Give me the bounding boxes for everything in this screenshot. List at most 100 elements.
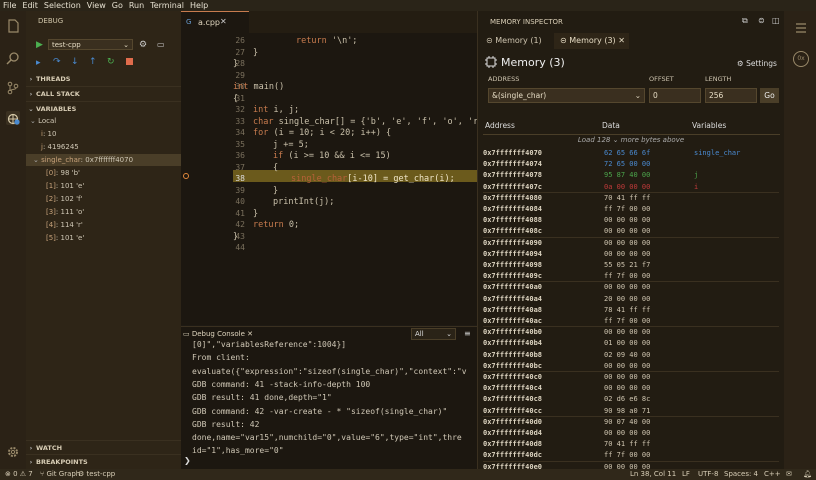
- memory-row[interactable]: 0x7fffffff4070 62 65 66 6f single_char: [483, 148, 779, 158]
- memory-bytes[interactable]: ff 7f 00 00: [604, 316, 650, 326]
- settings-button[interactable]: ⚙ Settings: [737, 59, 777, 68]
- variable-row[interactable]: j: 4196245: [41, 143, 79, 151]
- length-input[interactable]: 256: [705, 88, 757, 103]
- memory-row[interactable]: 0x7fffffff40bc 00 00 00 00: [483, 361, 779, 371]
- memory-row[interactable]: 0x7fffffff40c4 00 00 00 00: [483, 383, 779, 393]
- array-element[interactable]: [4]: 114 'r': [46, 221, 83, 229]
- run-debug-icon[interactable]: [6, 111, 20, 125]
- array-element[interactable]: [2]: 102 'f': [46, 195, 82, 203]
- memory-row[interactable]: 0x7fffffff409c ff 7f 00 00: [483, 271, 779, 281]
- memory-row[interactable]: 0x7fffffff4094 00 00 00 00: [483, 249, 779, 259]
- close-icon[interactable]: ✕: [247, 330, 253, 338]
- memory-bytes[interactable]: 00 00 00 00: [604, 282, 650, 292]
- step-into-icon[interactable]: ↓: [71, 57, 79, 67]
- memory-bytes[interactable]: 70 41 ff ff: [604, 193, 650, 203]
- array-element[interactable]: [5]: 101 'e': [46, 234, 84, 242]
- memory-bytes[interactable]: 02 d6 e6 8c: [604, 394, 650, 404]
- memory-bytes[interactable]: 00 00 00 00: [604, 428, 650, 438]
- feedback-icon[interactable]: ✉: [786, 469, 792, 480]
- split-icon[interactable]: ◫: [772, 16, 780, 25]
- memory-row[interactable]: 0x7fffffff40a4 20 00 00 00: [483, 294, 779, 304]
- memory-row[interactable]: 0x7fffffff40d4 00 00 00 00: [483, 428, 779, 438]
- code-editor[interactable]: 26 27 28 29 30 31 32 33 34 35 36 37 38 3…: [181, 33, 478, 325]
- go-button[interactable]: Go: [760, 88, 779, 103]
- variables-section[interactable]: ⌄ VARIABLES: [26, 101, 181, 116]
- git-graph-status[interactable]: ⑂ Git Graph: [40, 469, 80, 480]
- step-over-icon[interactable]: ↷: [53, 57, 61, 67]
- memory-bytes[interactable]: 00 00 00 00: [604, 238, 650, 248]
- memory-row[interactable]: 0x7fffffff407c 0a 00 00 00 i: [483, 182, 779, 192]
- memory-row[interactable]: 0x7fffffff40d0 90 07 40 00: [483, 415, 779, 427]
- memory-bytes[interactable]: 78 41 ff ff: [604, 305, 650, 315]
- settings-gear-icon[interactable]: [6, 445, 20, 459]
- start-debug-icon[interactable]: ▶: [36, 40, 46, 50]
- memory-row[interactable]: 0x7fffffff4090 00 00 00 00: [483, 236, 779, 248]
- debug-config-select[interactable]: test-cpp ⌄: [48, 39, 133, 50]
- tab-debug-console[interactable]: ▭ Debug Console ✕: [183, 330, 253, 338]
- memory-bytes[interactable]: 62 65 66 6f: [604, 148, 650, 158]
- array-element[interactable]: [0]: 98 'b': [46, 169, 80, 177]
- search-icon[interactable]: [6, 51, 20, 65]
- memory-row[interactable]: 0x7fffffff40d8 70 41 ff ff: [483, 439, 779, 449]
- tab-memory-1[interactable]: ⊝ Memory (1): [480, 33, 552, 49]
- config-gear-icon[interactable]: ⚙: [139, 40, 147, 50]
- memory-bytes[interactable]: 00 00 00 00: [604, 327, 650, 337]
- encoding-status[interactable]: UTF-8: [698, 469, 718, 480]
- memory-bytes[interactable]: 00 00 00 00: [604, 249, 650, 259]
- cursor-position[interactable]: Ln 38, Col 11: [630, 469, 676, 480]
- eol-status[interactable]: LF: [682, 469, 690, 480]
- menu-view[interactable]: View: [84, 0, 109, 11]
- address-input[interactable]: &(single_char) ⌄: [488, 88, 645, 103]
- memory-bytes[interactable]: 00 00 00 00: [604, 215, 650, 225]
- memory-row[interactable]: 0x7fffffff4088 00 00 00 00: [483, 215, 779, 225]
- breakpoints-section[interactable]: › BREAKPOINTS: [26, 454, 181, 469]
- memory-row[interactable]: 0x7fffffff40a0 00 00 00 00: [483, 281, 779, 292]
- continue-icon[interactable]: ▸: [36, 58, 41, 68]
- memory-bytes[interactable]: 00 00 00 00: [604, 226, 650, 236]
- clear-console-icon[interactable]: ≡: [464, 329, 471, 338]
- memory-bytes[interactable]: 90 07 40 00: [604, 417, 650, 427]
- memory-bytes[interactable]: ff 7f 00 00: [604, 271, 650, 281]
- tab-memory-3[interactable]: ⊝ Memory (3) ✕: [554, 33, 629, 49]
- memory-row[interactable]: 0x7fffffff40c8 02 d6 e6 8c: [483, 394, 779, 404]
- source-control-icon[interactable]: [6, 81, 20, 95]
- tab-a-cpp[interactable]: G a.cpp ✕: [181, 11, 249, 34]
- memory-row[interactable]: 0x7fffffff40c0 00 00 00 00: [483, 371, 779, 382]
- single-char-variable[interactable]: ⌄ single_char: 0x7fffffff4070: [33, 156, 133, 164]
- console-prompt[interactable]: ❯: [184, 456, 191, 465]
- memory-bytes[interactable]: 90 98 a0 71: [604, 406, 650, 416]
- array-element[interactable]: [1]: 101 'e': [46, 182, 84, 190]
- memory-bytes[interactable]: ff 7f 00 00: [604, 450, 650, 460]
- callstack-section[interactable]: › CALL STACK: [26, 86, 181, 101]
- memory-bytes[interactable]: 95 87 40 00: [604, 170, 650, 180]
- menu-edit[interactable]: Edit: [19, 0, 41, 11]
- notifications-bell-icon[interactable]: 🔔︎: [803, 469, 812, 480]
- array-element[interactable]: [3]: 111 'o': [46, 208, 84, 216]
- offset-input[interactable]: 0: [649, 88, 701, 103]
- watch-section[interactable]: › WATCH: [26, 440, 181, 455]
- memory-bytes[interactable]: 55 05 21 f7: [604, 260, 650, 270]
- memory-row[interactable]: 0x7fffffff40cc 90 98 a0 71: [483, 406, 779, 416]
- close-icon[interactable]: ✕: [618, 36, 625, 45]
- memory-bytes[interactable]: 20 00 00 00: [604, 294, 650, 304]
- memory-bytes[interactable]: 00 00 00 00: [604, 361, 650, 371]
- memory-row[interactable]: 0x7fffffff40b8 02 09 40 00: [483, 350, 779, 360]
- memory-row[interactable]: 0x7fffffff408c 00 00 00 00: [483, 226, 779, 236]
- memory-bytes[interactable]: 72 65 00 00: [604, 159, 650, 169]
- debug-console-icon[interactable]: ▭: [157, 40, 165, 49]
- hex-0x-icon[interactable]: 0x: [793, 51, 809, 67]
- outline-icon[interactable]: [794, 21, 808, 35]
- memory-bytes[interactable]: 00 00 00 00: [604, 383, 650, 393]
- memory-row[interactable]: 0x7fffffff4074 72 65 00 00: [483, 159, 779, 169]
- language-status[interactable]: C++: [764, 469, 781, 480]
- memory-row[interactable]: 0x7fffffff40dc ff 7f 00 00: [483, 450, 779, 460]
- explorer-icon[interactable]: [6, 19, 20, 33]
- memory-bytes[interactable]: 70 41 ff ff: [604, 439, 650, 449]
- variable-row[interactable]: i: 10: [41, 130, 56, 138]
- link-icon[interactable]: ⧉: [742, 16, 748, 26]
- menu-terminal[interactable]: Terminal: [147, 0, 187, 11]
- refresh-icon[interactable]: ⊜: [758, 16, 765, 25]
- memory-row[interactable]: 0x7fffffff40b4 01 00 00 00: [483, 338, 779, 348]
- spaces-status[interactable]: Spaces: 4: [724, 469, 758, 480]
- stop-icon[interactable]: [126, 58, 133, 65]
